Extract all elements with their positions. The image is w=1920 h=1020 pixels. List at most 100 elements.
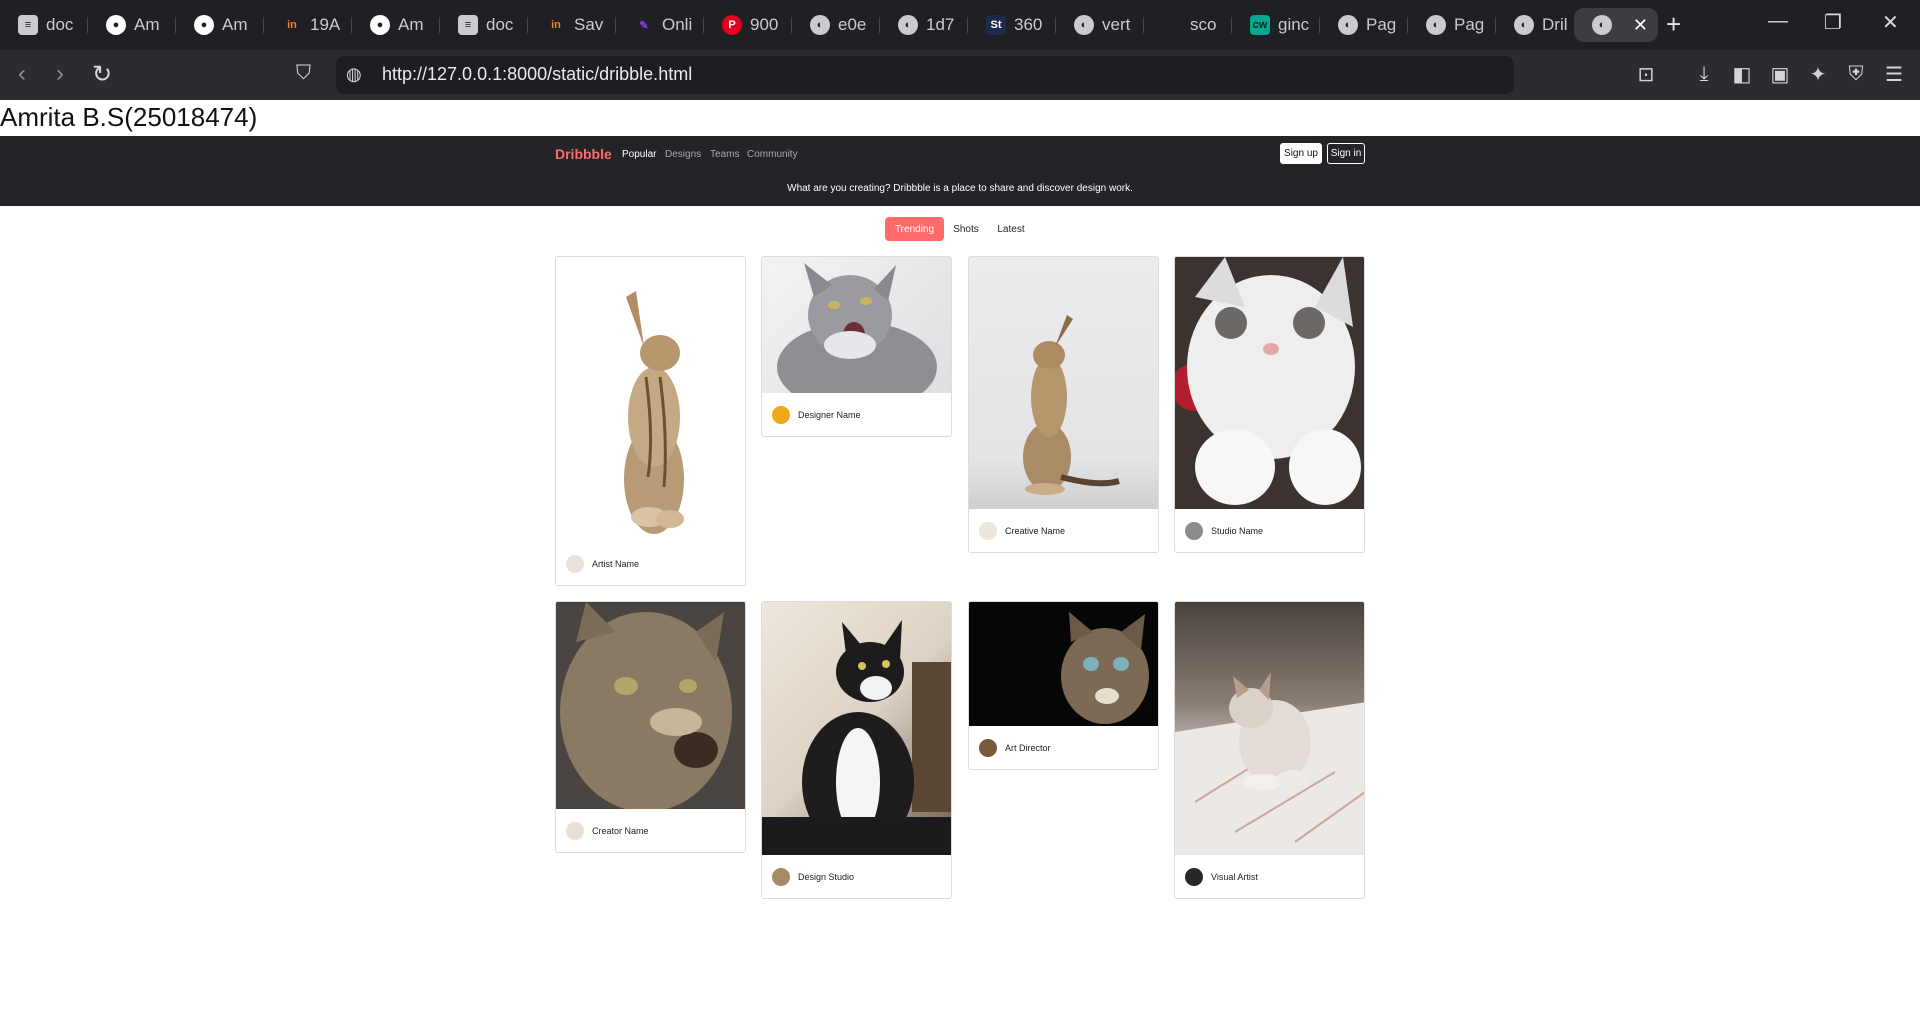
browser-tab[interactable]: ◐ Pag [1408, 8, 1496, 42]
browser-tab[interactable]: ● Am [352, 8, 440, 42]
shot-card[interactable]: Creator Name [555, 601, 746, 853]
shot-card[interactable]: Studio Name [1174, 256, 1365, 553]
shot-image[interactable] [556, 602, 745, 812]
minimize-icon[interactable]: — [1768, 10, 1788, 33]
shot-card[interactable]: Visual Artist [1174, 601, 1365, 899]
bookmark-icon[interactable]: ⛉ [296, 62, 311, 85]
nav-teams[interactable]: Teams [710, 149, 739, 160]
browser-tab[interactable]: ✎ Onli [616, 8, 704, 42]
shot-image[interactable] [762, 602, 951, 855]
browser-tab[interactable]: ≡ doc [440, 8, 528, 42]
designer-name[interactable]: Creator Name [592, 826, 649, 836]
shot-image[interactable] [556, 257, 745, 542]
nav-popular[interactable]: Popular [622, 149, 656, 160]
wallet-icon[interactable]: ▣ [1767, 61, 1793, 87]
back-icon[interactable]: ‹ [18, 60, 26, 88]
shot-image[interactable] [762, 257, 951, 412]
avatar[interactable] [566, 822, 584, 840]
designer-name[interactable]: Visual Artist [1211, 872, 1258, 882]
browser-tab[interactable]: ◐ vert [1056, 8, 1144, 42]
card-footer: Art Director [969, 726, 1158, 769]
browser-tab[interactable]: cw ginc [1232, 8, 1320, 42]
browser-tab[interactable]: P 900 [704, 8, 792, 42]
browser-tab[interactable]: ◐ e0e [792, 8, 880, 42]
avatar[interactable] [1185, 868, 1203, 886]
github-icon: ● [194, 15, 214, 35]
tab-label: 900 [750, 15, 779, 34]
globe-icon: ◐ [1426, 15, 1446, 35]
filter-tab-shots[interactable]: Shots [949, 217, 983, 241]
github-icon: ● [370, 15, 390, 35]
shot-image[interactable] [1175, 257, 1364, 509]
avatar[interactable] [979, 739, 997, 757]
sidebar-icon[interactable]: ◧ [1729, 61, 1755, 87]
shield-icon[interactable]: ⛨ [1843, 61, 1869, 87]
globe-icon: ◐ [1074, 15, 1094, 35]
signup-button[interactable]: Sign up [1280, 143, 1322, 164]
avatar[interactable] [566, 555, 584, 573]
avatar[interactable] [979, 522, 997, 540]
browser-tab[interactable]: in 19A [264, 8, 352, 42]
download-icon[interactable]: ⤓ [1691, 61, 1717, 87]
forward-icon[interactable]: › [56, 60, 64, 88]
card-footer: Artist Name [556, 542, 745, 585]
card-footer: Studio Name [1175, 509, 1364, 552]
site-logo[interactable]: Dribbble [555, 146, 612, 162]
signin-button[interactable]: Sign in [1327, 143, 1365, 164]
shot-image[interactable] [969, 602, 1158, 726]
shot-card[interactable]: Artist Name [555, 256, 746, 586]
shot-image[interactable] [1175, 602, 1364, 855]
site-info-icon[interactable]: ◍ [346, 64, 362, 85]
avatar[interactable] [1185, 522, 1203, 540]
browser-tab[interactable]: ◐ Pag [1320, 8, 1408, 42]
designer-name[interactable]: Designer Name [798, 410, 861, 420]
filter-tab-latest[interactable]: Latest [993, 217, 1029, 241]
shot-card[interactable]: Creative Name [968, 256, 1159, 553]
shot-image[interactable] [969, 257, 1158, 509]
filter-tab-trending[interactable]: Trending [885, 217, 944, 241]
nav-community[interactable]: Community [747, 149, 798, 160]
browser-tab[interactable]: ● Am [176, 8, 264, 42]
browser-tab[interactable]: ≡ doc [0, 8, 88, 42]
menu-icon[interactable]: ☰ [1881, 61, 1907, 87]
cw-icon: cw [1250, 15, 1270, 35]
tab-label: Onli [662, 15, 693, 34]
shot-card[interactable]: Art Director [968, 601, 1159, 770]
browser-tab[interactable]: ◐ Dril [1496, 8, 1572, 42]
designer-name[interactable]: Studio Name [1211, 526, 1263, 536]
site-tagline: What are you creating? Dribbble is a pla… [787, 183, 1133, 194]
tab-label: Am [134, 15, 160, 34]
avatar[interactable] [772, 868, 790, 886]
tab-label: Pag [1454, 15, 1485, 34]
page-search-icon[interactable]: ⊡ [1633, 61, 1659, 87]
new-tab-icon[interactable]: + [1666, 9, 1681, 40]
close-window-icon[interactable]: ✕ [1882, 10, 1899, 35]
shot-card[interactable]: Design Studio [761, 601, 952, 899]
browser-tab-active[interactable]: ◐ ✕ [1574, 8, 1658, 42]
avatar[interactable] [772, 406, 790, 424]
shot-card[interactable]: Designer Name [761, 256, 952, 437]
browser-tab[interactable]: St 360 [968, 8, 1056, 42]
tab-label: sco [1190, 15, 1217, 34]
designer-name[interactable]: Creative Name [1005, 526, 1065, 536]
browser-tab-bar: ≡ doc ● Am ● Am in 19A ● Am ≡ doc in Sav… [0, 0, 1920, 50]
browser-tab[interactable]: ● Am [88, 8, 176, 42]
url-text[interactable]: http://127.0.0.1:8000/static/dribble.htm… [382, 64, 692, 85]
tab-label: Pag [1366, 15, 1397, 34]
designer-name[interactable]: Design Studio [798, 872, 854, 882]
card-footer: Visual Artist [1175, 855, 1364, 898]
designer-name[interactable]: Artist Name [592, 559, 639, 569]
tab-label: vert [1102, 15, 1131, 34]
nav-designs[interactable]: Designs [665, 149, 701, 160]
github-icon: ● [106, 15, 126, 35]
restore-icon[interactable]: ❐ [1824, 10, 1842, 35]
card-footer: Design Studio [762, 855, 951, 898]
designer-name[interactable]: Art Director [1005, 743, 1051, 753]
tab-label: e0e [838, 15, 867, 34]
close-icon[interactable]: ✕ [1633, 15, 1648, 36]
browser-tab[interactable]: in Sav [528, 8, 616, 42]
browser-tab[interactable]: ◐ 1d7 [880, 8, 968, 42]
ai-sparkle-icon[interactable]: ✦ [1805, 61, 1831, 87]
reload-icon[interactable]: ↻ [92, 60, 112, 89]
browser-tab[interactable]: sco [1144, 8, 1232, 42]
